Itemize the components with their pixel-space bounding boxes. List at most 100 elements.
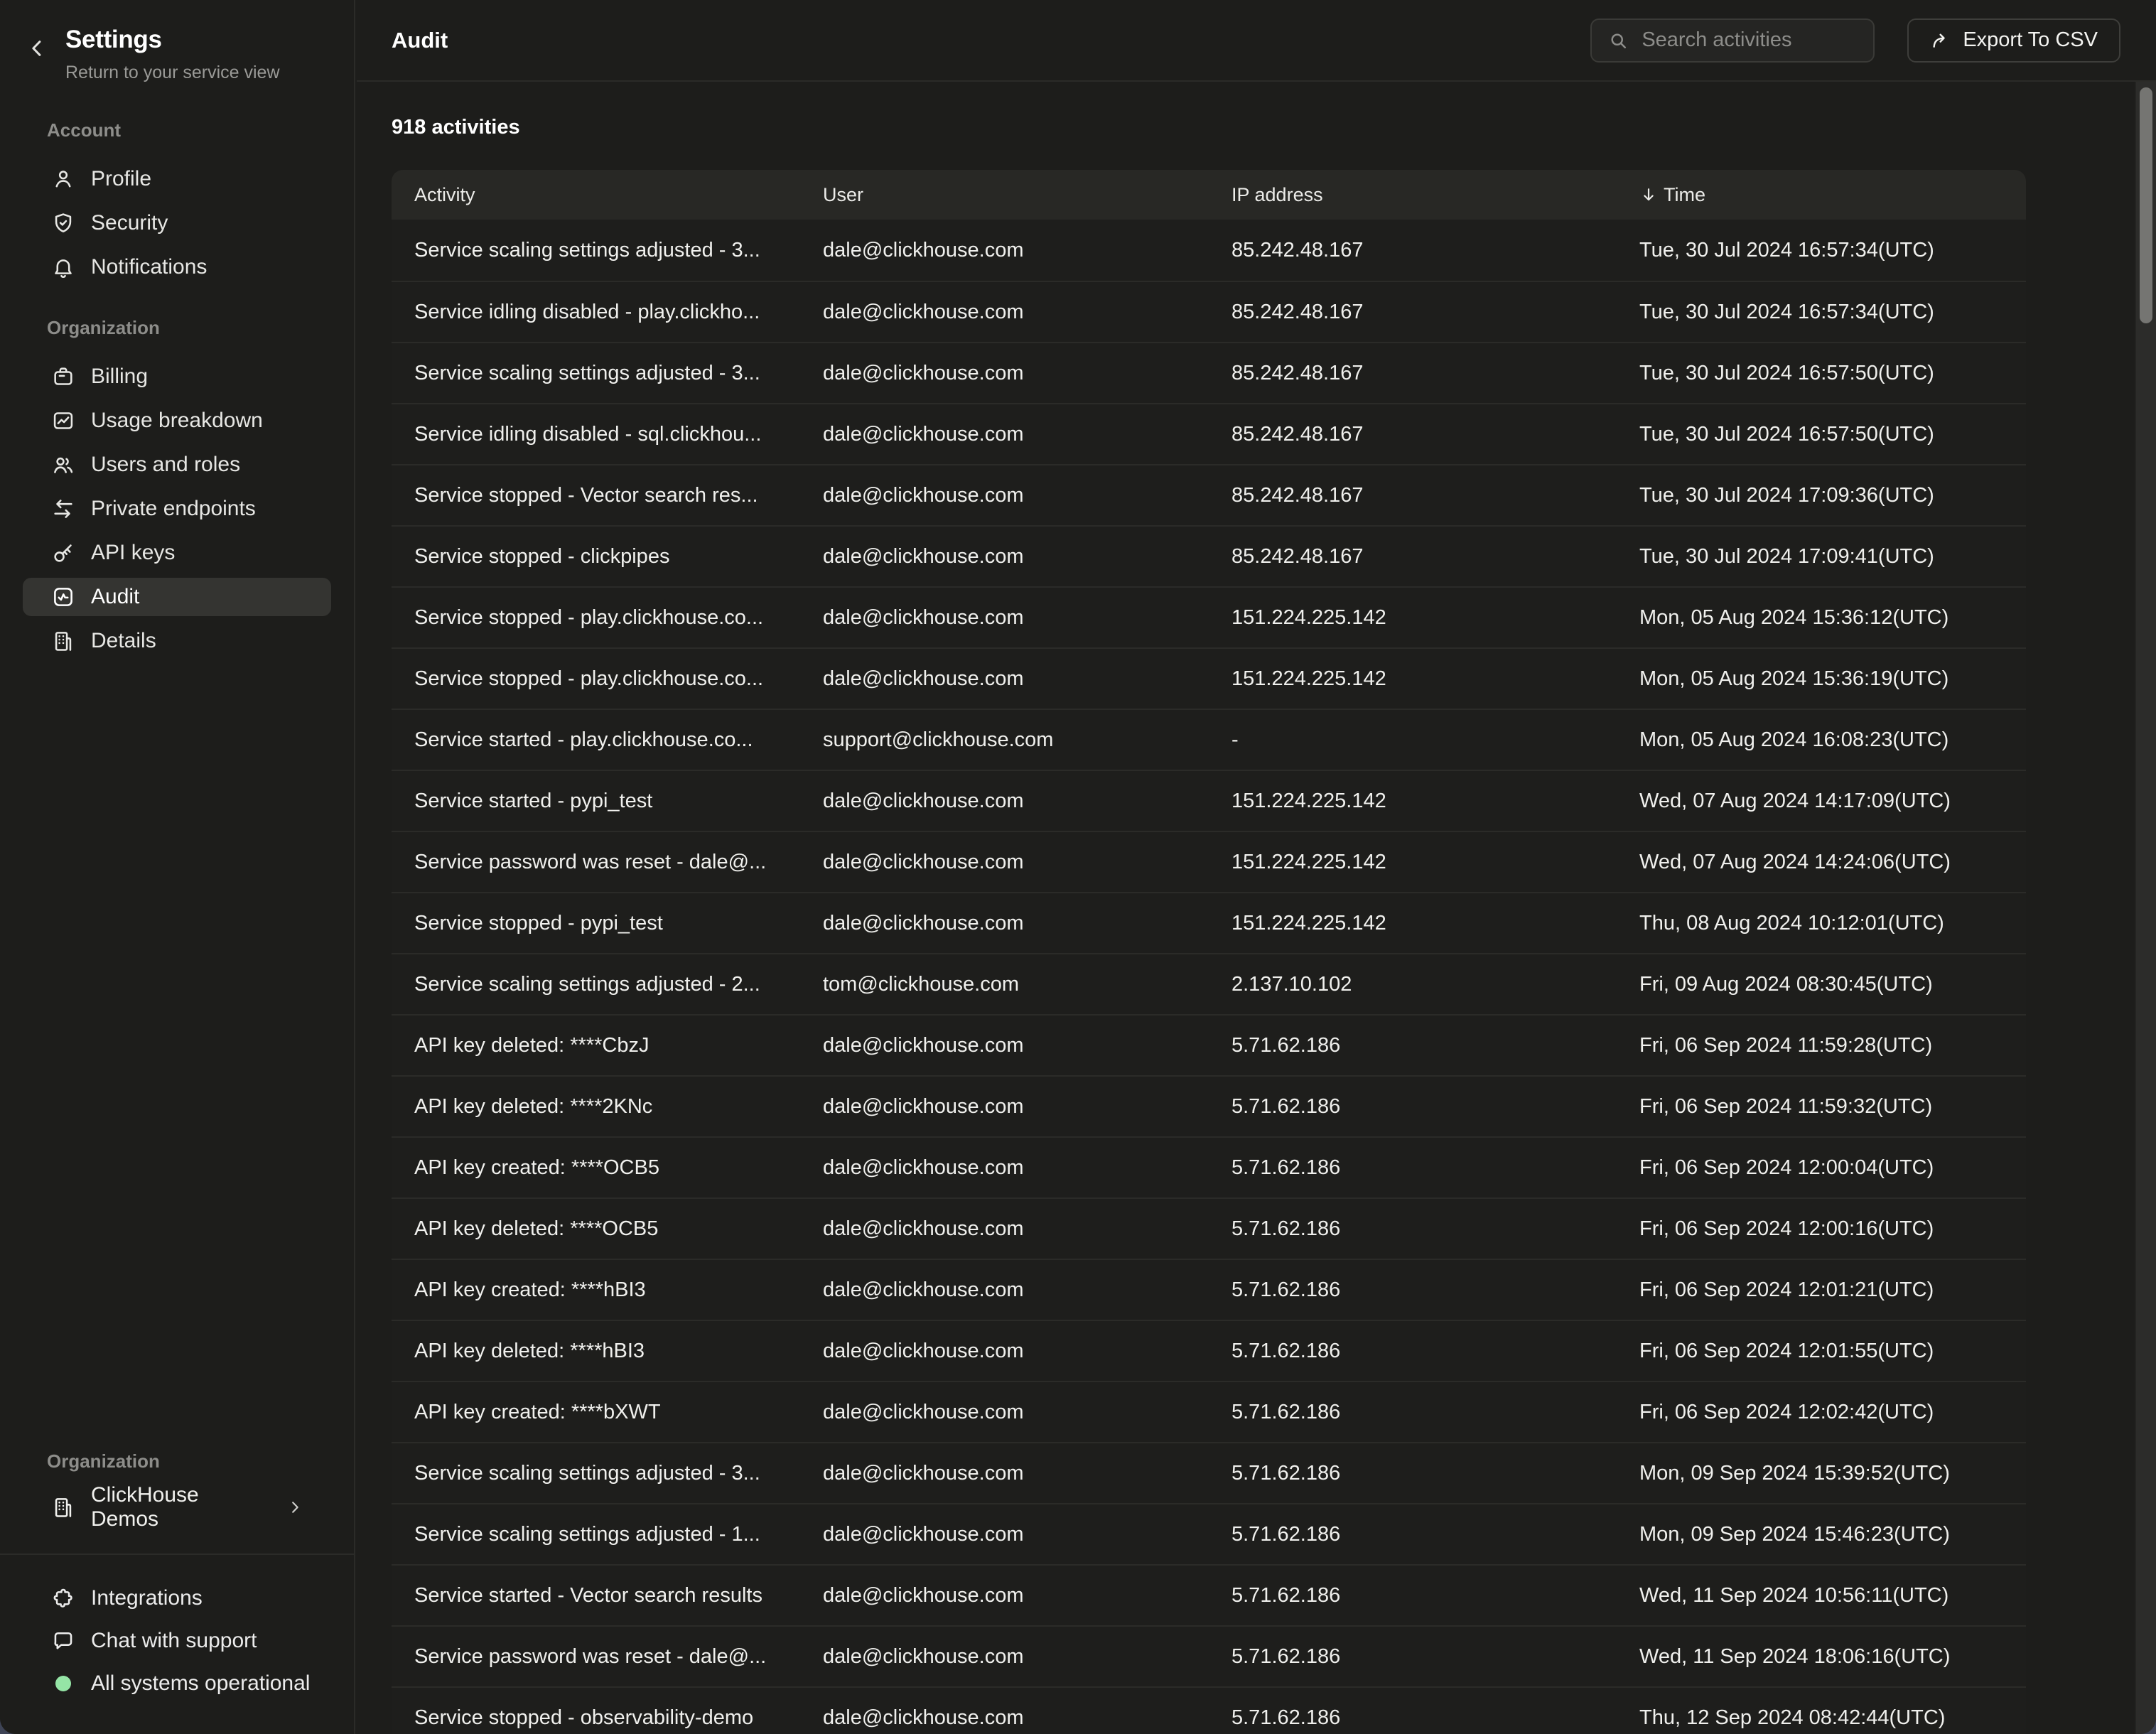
cell-ip: 151.224.225.142 xyxy=(1209,912,1617,935)
cell-user: dale@clickhouse.com xyxy=(800,1340,1209,1363)
sidebar-item-security[interactable]: Security xyxy=(23,204,331,242)
sidebar-item-api-keys[interactable]: API keys xyxy=(23,534,331,572)
cell-activity: Service stopped - Vector search res... xyxy=(392,484,800,507)
shield-check-icon xyxy=(51,211,75,235)
cell-activity: API key deleted: ****2KNc xyxy=(392,1095,800,1119)
cell-ip: 5.71.62.186 xyxy=(1209,1523,1617,1546)
cell-time: Fri, 06 Sep 2024 12:02:42(UTC) xyxy=(1617,1401,2026,1424)
cell-user: dale@clickhouse.com xyxy=(800,606,1209,630)
cell-time: Tue, 30 Jul 2024 17:09:41(UTC) xyxy=(1617,545,2026,569)
sidebar-item-usage-breakdown[interactable]: Usage breakdown xyxy=(23,402,331,440)
table-row: Service stopped - play.clickhouse.co... … xyxy=(392,647,2026,709)
table-row: Service started - play.clickhouse.co... … xyxy=(392,709,2026,770)
table-row: Service idling disabled - sql.clickhou..… xyxy=(392,403,2026,464)
sidebar-item-users-and-roles[interactable]: Users and roles xyxy=(23,446,331,484)
arrow-down-icon xyxy=(1639,185,1658,204)
cell-ip: 5.71.62.186 xyxy=(1209,1706,1617,1730)
cell-time: Mon, 05 Aug 2024 15:36:19(UTC) xyxy=(1617,667,2026,691)
table-row: Service scaling settings adjusted - 2...… xyxy=(392,953,2026,1014)
cell-activity: API key deleted: ****OCB5 xyxy=(392,1217,800,1241)
table-row: API key deleted: ****CbzJ dale@clickhous… xyxy=(392,1014,2026,1075)
chevron-left-icon xyxy=(24,36,50,61)
audit-icon xyxy=(51,585,75,609)
audit-content: 918 activities Activity User IP address … xyxy=(357,82,2156,1734)
table-row: Service scaling settings adjusted - 1...… xyxy=(392,1503,2026,1564)
cell-ip: 5.71.62.186 xyxy=(1209,1217,1617,1241)
cell-time: Wed, 07 Aug 2024 14:17:09(UTC) xyxy=(1617,790,2026,813)
cell-time: Tue, 30 Jul 2024 16:57:50(UTC) xyxy=(1617,423,2026,446)
sidebar-item-profile[interactable]: Profile xyxy=(23,160,331,198)
topbar-actions: Export To CSV xyxy=(1590,18,2120,63)
sidebar-item-details[interactable]: Details xyxy=(23,622,331,660)
cell-user: dale@clickhouse.com xyxy=(800,1095,1209,1119)
org-switcher-clickhouse-demos[interactable]: ClickHouse Demos xyxy=(23,1488,331,1526)
cell-ip: 5.71.62.186 xyxy=(1209,1034,1617,1057)
back-button[interactable] xyxy=(24,36,50,61)
table-row: API key deleted: ****hBI3 dale@clickhous… xyxy=(392,1320,2026,1381)
cell-ip: - xyxy=(1209,728,1617,752)
billing-icon xyxy=(51,365,75,389)
cell-time: Fri, 06 Sep 2024 12:01:55(UTC) xyxy=(1617,1340,2026,1363)
table-row: API key deleted: ****2KNc dale@clickhous… xyxy=(392,1075,2026,1136)
cell-user: dale@clickhouse.com xyxy=(800,1217,1209,1241)
export-to-csv-button[interactable]: Export To CSV xyxy=(1907,18,2120,63)
cell-time: Fri, 06 Sep 2024 12:00:04(UTC) xyxy=(1617,1156,2026,1180)
cell-user: dale@clickhouse.com xyxy=(800,362,1209,385)
cell-user: dale@clickhouse.com xyxy=(800,1401,1209,1424)
cell-user: dale@clickhouse.com xyxy=(800,1523,1209,1546)
cell-user: dale@clickhouse.com xyxy=(800,1278,1209,1302)
footer-item-integrations[interactable]: Integrations xyxy=(23,1579,331,1617)
column-header-user[interactable]: User xyxy=(800,184,1209,206)
building-icon xyxy=(51,1495,75,1519)
status-dot xyxy=(51,1671,75,1696)
column-header-time[interactable]: Time xyxy=(1617,184,2026,206)
cell-ip: 85.242.48.167 xyxy=(1209,484,1617,507)
sidebar-item-audit[interactable]: Audit xyxy=(23,578,331,616)
cell-activity: Service scaling settings adjusted - 1... xyxy=(392,1523,800,1546)
building-icon xyxy=(51,629,75,653)
cell-activity: Service idling disabled - sql.clickhou..… xyxy=(392,423,800,446)
cell-ip: 5.71.62.186 xyxy=(1209,1278,1617,1302)
sidebar-item-billing[interactable]: Billing xyxy=(23,357,331,396)
cell-activity: Service stopped - play.clickhouse.co... xyxy=(392,606,800,630)
table-row: Service password was reset - dale@... da… xyxy=(392,831,2026,892)
chat-bubble-icon xyxy=(51,1629,75,1653)
table-row: Service scaling settings adjusted - 3...… xyxy=(392,342,2026,403)
table-row: API key deleted: ****OCB5 dale@clickhous… xyxy=(392,1197,2026,1259)
cell-user: tom@clickhouse.com xyxy=(800,973,1209,996)
cell-ip: 2.137.10.102 xyxy=(1209,973,1617,996)
vertical-scrollbar-thumb[interactable] xyxy=(2140,87,2152,323)
search-input[interactable] xyxy=(1640,28,1859,53)
cell-time: Fri, 09 Aug 2024 08:30:45(UTC) xyxy=(1617,973,2026,996)
sidebar-item-notifications[interactable]: Notifications xyxy=(23,248,331,286)
cell-user: dale@clickhouse.com xyxy=(800,239,1209,262)
arrows-swap-icon xyxy=(51,497,75,521)
sidebar-section-label: Organization xyxy=(47,316,331,339)
column-header-activity[interactable]: Activity xyxy=(392,184,800,206)
footer-item-chat-with-support[interactable]: Chat with support xyxy=(23,1622,331,1660)
sidebar-nav: Account Profile Security Notifications O… xyxy=(0,119,354,660)
cell-user: dale@clickhouse.com xyxy=(800,851,1209,874)
cell-activity: Service scaling settings adjusted - 3... xyxy=(392,239,800,262)
cell-time: Fri, 06 Sep 2024 12:00:16(UTC) xyxy=(1617,1217,2026,1241)
cell-time: Thu, 12 Sep 2024 08:42:44(UTC) xyxy=(1617,1706,2026,1730)
sidebar-header: Settings Return to your service view xyxy=(0,0,354,83)
cell-user: dale@clickhouse.com xyxy=(800,912,1209,935)
export-arrow-icon xyxy=(1930,30,1951,51)
cell-activity: API key deleted: ****hBI3 xyxy=(392,1340,800,1363)
cell-time: Wed, 07 Aug 2024 14:24:06(UTC) xyxy=(1617,851,2026,874)
footer-item-all-systems-operational[interactable]: All systems operational xyxy=(23,1664,331,1703)
cell-time: Mon, 09 Sep 2024 15:39:52(UTC) xyxy=(1617,1462,2026,1485)
audit-topbar: Audit Export To CSV xyxy=(357,0,2156,82)
cell-ip: 5.71.62.186 xyxy=(1209,1645,1617,1669)
cell-ip: 151.224.225.142 xyxy=(1209,606,1617,630)
column-header-ip-address[interactable]: IP address xyxy=(1209,184,1617,206)
cell-ip: 85.242.48.167 xyxy=(1209,239,1617,262)
vertical-scrollbar-track[interactable] xyxy=(2135,82,2156,1734)
cell-time: Wed, 11 Sep 2024 10:56:11(UTC) xyxy=(1617,1584,2026,1608)
sidebar-footer: Integrations Chat with support All syste… xyxy=(0,1555,354,1734)
cell-ip: 151.224.225.142 xyxy=(1209,790,1617,813)
sidebar-item-private-endpoints[interactable]: Private endpoints xyxy=(23,490,331,528)
cell-user: dale@clickhouse.com xyxy=(800,545,1209,569)
cell-activity: API key created: ****OCB5 xyxy=(392,1156,800,1180)
